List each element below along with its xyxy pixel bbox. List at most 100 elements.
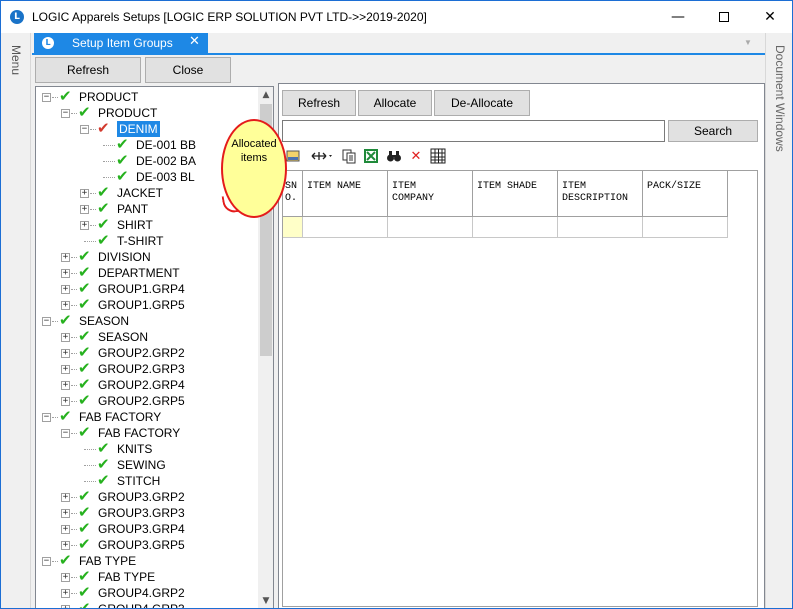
document-windows-side-panel[interactable]: Document Windows (765, 33, 792, 608)
search-button[interactable]: Search (668, 120, 758, 142)
checkmark-icon[interactable]: ✔ (78, 104, 91, 120)
tree-item-label[interactable]: GROUP4.GRP3 (98, 601, 185, 608)
checkmark-icon[interactable]: ✔ (97, 200, 110, 216)
collapse-icon[interactable]: − (42, 93, 51, 102)
tree-item[interactable]: + ✔ GROUP3.GRP4 (36, 520, 256, 537)
expand-icon[interactable]: + (61, 573, 70, 582)
checkmark-icon[interactable]: ✔ (59, 312, 72, 328)
checkmark-icon[interactable]: ✔ (59, 552, 72, 568)
scroll-down-icon[interactable]: ▼ (258, 593, 273, 608)
tree-item[interactable]: + ✔ DIVISION (36, 248, 256, 265)
checkmark-icon[interactable]: ✔ (116, 136, 129, 152)
copy-icon[interactable] (340, 148, 358, 166)
tree-item-label[interactable]: GROUP3.GRP4 (98, 521, 185, 537)
tree-item[interactable]: − ✔ FAB TYPE (36, 552, 256, 569)
close-icon[interactable]: ✕ (189, 34, 200, 49)
column-header[interactable]: ITEM SHADE (473, 171, 558, 217)
menu-label[interactable]: Menu (9, 45, 23, 75)
expand-icon[interactable]: + (61, 365, 70, 374)
search-input[interactable] (282, 120, 665, 142)
tree-item[interactable]: − ✔ SEASON (36, 312, 256, 329)
minimize-button[interactable]: — (655, 1, 701, 33)
tree-item-label[interactable]: GROUP2.GRP2 (98, 345, 185, 361)
tree-item[interactable]: − ✔ FAB FACTORY (36, 424, 256, 441)
tree-item-label[interactable]: T-SHIRT (117, 233, 163, 249)
tree-item[interactable]: + ✔ GROUP2.GRP4 (36, 376, 256, 393)
table-row[interactable] (283, 217, 728, 238)
checkmark-icon[interactable]: ✔ (78, 488, 91, 504)
checkmark-icon[interactable]: ✔ (78, 504, 91, 520)
tree-item-label[interactable]: JACKET (117, 185, 163, 201)
tree-item[interactable]: ✔ T-SHIRT (36, 232, 256, 249)
expand-icon[interactable]: + (61, 589, 70, 598)
tree-item-label[interactable]: GROUP1.GRP5 (98, 297, 185, 313)
tree-item[interactable]: + ✔ GROUP2.GRP2 (36, 344, 256, 361)
checkmark-icon[interactable]: ✔ (97, 440, 110, 456)
close-window-button[interactable]: ✕ (747, 1, 792, 33)
checkmark-icon[interactable]: ✔ (78, 344, 91, 360)
expand-icon[interactable]: + (61, 285, 70, 294)
collapse-icon[interactable]: − (80, 125, 89, 134)
find-icon[interactable] (385, 148, 403, 166)
delete-icon[interactable]: ✕ (407, 148, 425, 166)
column-header[interactable]: PACK/SIZE (643, 171, 728, 217)
checkmark-icon[interactable]: ✔ (78, 568, 91, 584)
checkmark-icon[interactable]: ✔ (97, 184, 110, 200)
tree-item[interactable]: + ✔ GROUP3.GRP3 (36, 504, 256, 521)
scroll-up-icon[interactable]: ▲ (258, 87, 273, 103)
tree-item[interactable]: + ✔ GROUP3.GRP2 (36, 488, 256, 505)
checkmark-icon[interactable]: ✔ (78, 296, 91, 312)
table-cell[interactable] (388, 217, 473, 238)
tree-item[interactable]: − ✔ PRODUCT (36, 104, 256, 121)
expand-icon[interactable]: + (61, 493, 70, 502)
checkmark-icon[interactable]: ✔ (97, 472, 110, 488)
tree-item[interactable]: − ✔ DENIM (36, 120, 256, 137)
tree-item-label[interactable]: FAB FACTORY (98, 425, 180, 441)
checkmark-icon[interactable]: ✔ (116, 168, 129, 184)
tree-item-label[interactable]: GROUP2.GRP3 (98, 361, 185, 377)
checkmark-icon[interactable]: ✔ (97, 456, 110, 472)
expand-icon[interactable]: + (61, 397, 70, 406)
tree-item-label[interactable]: FAB FACTORY (79, 409, 161, 425)
tree-item-label[interactable]: FAB TYPE (98, 569, 155, 585)
collapse-icon[interactable]: − (42, 317, 51, 326)
tree-item[interactable]: + ✔ SHIRT (36, 216, 256, 233)
maximize-button[interactable] (701, 1, 747, 33)
checkmark-icon[interactable]: ✔ (78, 328, 91, 344)
table-cell[interactable] (473, 217, 558, 238)
expand-icon[interactable]: + (61, 509, 70, 518)
tree-item[interactable]: + ✔ GROUP4.GRP3 (36, 600, 256, 608)
tree-item-label[interactable]: SHIRT (117, 217, 153, 233)
expand-icon[interactable]: + (61, 605, 70, 608)
checkmark-icon[interactable]: ✔ (78, 536, 91, 552)
collapse-icon[interactable]: − (61, 109, 70, 118)
expand-icon[interactable]: + (80, 205, 89, 214)
expand-icon[interactable]: + (80, 221, 89, 230)
tree-item-label[interactable]: GROUP3.GRP5 (98, 537, 185, 553)
tree-item[interactable]: + ✔ FAB TYPE (36, 568, 256, 585)
tree-item[interactable]: + ✔ GROUP4.GRP2 (36, 584, 256, 601)
tree-item-label[interactable]: KNITS (117, 441, 152, 457)
checkmark-icon[interactable]: ✔ (116, 152, 129, 168)
tree-item-label[interactable]: GROUP3.GRP2 (98, 489, 185, 505)
deallocate-button[interactable]: De-Allocate (434, 90, 530, 116)
document-windows-label[interactable]: Document Windows (773, 45, 787, 152)
tree-item[interactable]: − ✔ FAB FACTORY (36, 408, 256, 425)
grid-refresh-button[interactable]: Refresh (282, 90, 356, 116)
tree-item-label[interactable]: DE-003 BL (136, 169, 195, 185)
checkmark-icon[interactable]: ✔ (78, 584, 91, 600)
tree-item-label[interactable]: GROUP2.GRP5 (98, 393, 185, 409)
checkmark-icon[interactable]: ✔ (97, 232, 110, 248)
table-cell[interactable] (558, 217, 643, 238)
checkmark-icon[interactable]: ✔ (59, 408, 72, 424)
tree-item[interactable]: + ✔ DEPARTMENT (36, 264, 256, 281)
tree-item-label[interactable]: STITCH (117, 473, 160, 489)
grid-layout-icon[interactable] (429, 148, 447, 166)
column-header[interactable]: ITEM NAME (303, 171, 388, 217)
tab-setup-item-groups[interactable]: L Setup Item Groups ✕ (34, 33, 208, 53)
items-grid[interactable]: SN O. ITEM NAME ITEM COMPANY ITEM SHADE ITEM DE… (282, 170, 758, 607)
tree-item-label[interactable]: SEWING (117, 457, 166, 473)
checkmark-icon[interactable]: ✔ (78, 248, 91, 264)
tree-item[interactable]: + ✔ GROUP1.GRP4 (36, 280, 256, 297)
tree-item-label[interactable]: DEPARTMENT (98, 265, 180, 281)
